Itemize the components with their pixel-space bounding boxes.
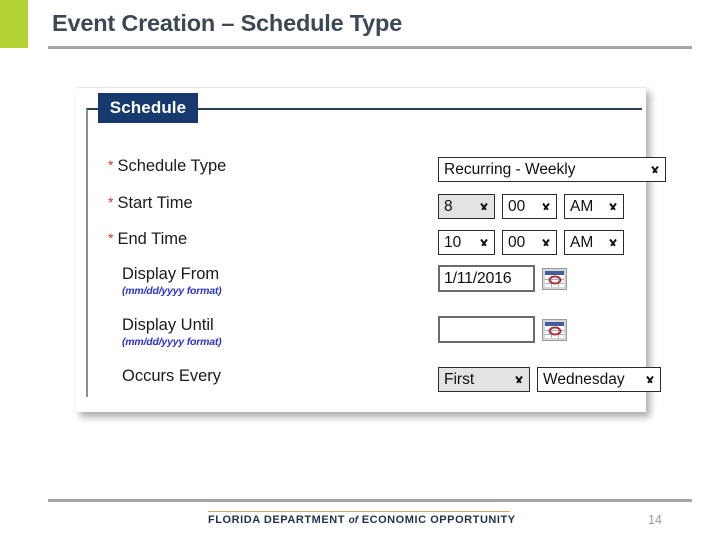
schedule-panel: * Schedule Type Recurring - Weekly * Start T… (76, 87, 666, 412)
schedule-type-value: Recurring - Weekly (444, 160, 576, 178)
org-name-of: of (348, 515, 359, 526)
org-name-part2: ECONOMIC OPPORTUNITY (361, 514, 516, 526)
chevron-down-icon (644, 376, 655, 383)
calendar-icon-highlight (548, 275, 561, 285)
slide-header: Event Creation – Schedule Type (0, 0, 720, 58)
schedule-type-select[interactable]: Recurring - Weekly (438, 157, 666, 182)
organization-name: FLORIDA DEPARTMENT of ECONOMIC OPPORTUNI… (208, 514, 516, 526)
chevron-down-icon (607, 239, 618, 246)
form-label-schedule-type: * Schedule Type (108, 157, 398, 176)
form-label-text: Schedule Type (117, 157, 227, 175)
form-control-group (438, 316, 567, 343)
display-until-input[interactable] (438, 316, 535, 343)
schedule-form: * Schedule Type Recurring - Weekly * Start T… (76, 87, 666, 412)
form-label-text: Start Time (117, 194, 193, 212)
start-hour-select[interactable]: 8 (438, 194, 495, 219)
required-asterisk: * (108, 230, 114, 246)
start-ampm-value: AM (570, 197, 594, 215)
chevron-down-icon (540, 239, 551, 246)
end-minute-value: 00 (508, 233, 526, 251)
form-label-text: Display From (122, 265, 220, 283)
end-hour-value: 10 (444, 233, 462, 251)
form-label-display-from: Display From (mm/dd/yyyy format) (108, 265, 398, 297)
footer-divider (48, 499, 692, 502)
page-number: 14 (648, 513, 662, 527)
calendar-icon-body (545, 270, 564, 287)
form-label-text: Occurs Every (122, 367, 222, 385)
form-label-hint: (mm/dd/yyyy format) (122, 336, 222, 348)
chevron-down-icon (478, 239, 489, 246)
form-control-group: 8 00 AM (438, 194, 624, 219)
accent-green-block (0, 0, 28, 48)
calendar-icon-body (545, 321, 564, 338)
occurs-ordinal-select[interactable]: First (438, 367, 530, 392)
required-asterisk: * (108, 157, 114, 173)
form-label-start-time: * Start Time (108, 194, 398, 213)
footer-gold-line (208, 511, 510, 512)
start-minute-select[interactable]: 00 (502, 194, 557, 219)
title-divider (48, 46, 692, 49)
fieldset-legend-schedule: Schedule (98, 93, 198, 123)
form-control-group: Recurring - Weekly (438, 157, 666, 182)
calendar-icon[interactable] (542, 267, 567, 290)
start-hour-value: 8 (444, 197, 453, 215)
form-label-hint: (mm/dd/yyyy format) (122, 285, 222, 297)
display-from-input[interactable]: 1/11/2016 (438, 265, 535, 292)
chevron-down-icon (478, 203, 489, 210)
chevron-down-icon (540, 203, 551, 210)
calendar-icon-highlight (548, 326, 561, 336)
form-control-group: 10 00 AM (438, 230, 624, 255)
occurs-weekday-value: Wednesday (543, 370, 625, 388)
page-title: Event Creation – Schedule Type (52, 10, 403, 36)
end-ampm-select[interactable]: AM (564, 230, 624, 255)
fieldset-legend-label: Schedule (109, 98, 187, 117)
occurs-ordinal-value: First (444, 370, 475, 388)
start-ampm-select[interactable]: AM (564, 194, 624, 219)
end-minute-select[interactable]: 00 (502, 230, 557, 255)
end-hour-select[interactable]: 10 (438, 230, 495, 255)
form-control-group: 1/11/2016 (438, 265, 567, 292)
form-label-occurs-every: Occurs Every (108, 367, 398, 386)
form-control-group: First Wednesday (438, 367, 661, 392)
form-label-end-time: * End Time (108, 230, 398, 249)
start-minute-value: 00 (508, 197, 526, 215)
form-label-text: End Time (117, 230, 188, 248)
end-ampm-value: AM (570, 233, 594, 251)
chevron-down-icon (649, 166, 660, 173)
calendar-icon-titlebar (545, 270, 564, 275)
occurs-weekday-select[interactable]: Wednesday (537, 367, 661, 392)
form-label-text: Display Until (122, 316, 214, 334)
calendar-icon-titlebar (545, 321, 564, 326)
form-label-display-until: Display Until (mm/dd/yyyy format) (108, 316, 398, 348)
required-asterisk: * (108, 194, 114, 210)
chevron-down-icon (607, 203, 618, 210)
calendar-icon[interactable] (542, 318, 567, 341)
chevron-down-icon (513, 376, 524, 383)
org-name-part1: FLORIDA DEPARTMENT (208, 514, 346, 526)
